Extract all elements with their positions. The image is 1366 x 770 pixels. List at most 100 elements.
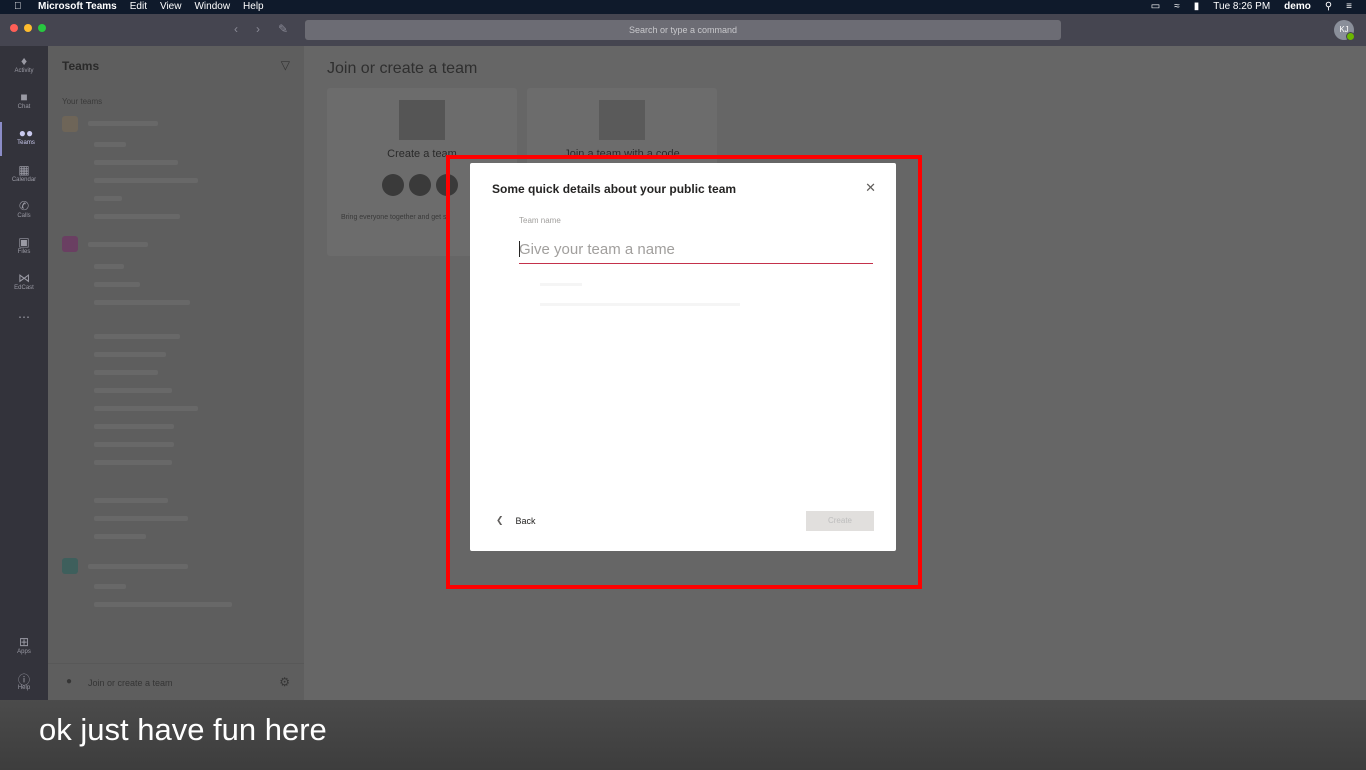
list-item[interactable] [94, 460, 172, 465]
airplay-icon[interactable]: ▭ [1151, 0, 1160, 14]
join-or-create-team-link[interactable]: Join or create a team [88, 678, 173, 688]
team-name-label: Team name [519, 216, 561, 225]
menu-app-name[interactable]: Microsoft Teams [38, 0, 117, 14]
forward-arrow-icon[interactable]: › [256, 22, 260, 36]
ellipsis-icon: ⋯ [18, 310, 30, 324]
menubar-clock[interactable]: Tue 8:26 PM [1213, 0, 1270, 14]
rail-item-label: Activity [14, 68, 34, 74]
team-avatar[interactable] [62, 558, 78, 574]
rail-item-chat[interactable]: ■ Chat [0, 90, 48, 110]
list-item[interactable] [94, 584, 126, 589]
create-team-card-description: Bring everyone together and get s [341, 214, 447, 221]
rail-item-help[interactable]: ⓘ Help [0, 671, 48, 691]
list-item[interactable] [88, 121, 158, 126]
create-team-card-title: Create a team [387, 148, 457, 160]
rail-item-teams[interactable]: ●● Teams [0, 122, 50, 156]
member-avatar [382, 174, 404, 196]
rail-item-edcast[interactable]: ⋈ EdCast [0, 271, 48, 291]
gear-icon[interactable]: ⚙ [279, 675, 290, 689]
edcast-icon: ⋈ [18, 271, 30, 285]
rail-item-files[interactable]: ▣ Files [0, 235, 48, 255]
rail-item-label: Files [17, 249, 31, 255]
files-icon: ▣ [18, 235, 30, 249]
rail-item-apps[interactable]: ⊞ Apps [0, 635, 48, 655]
your-teams-heading: Your teams [62, 97, 103, 106]
list-item[interactable] [94, 160, 178, 165]
more-apps-icon[interactable]: ⋯ [0, 310, 48, 324]
list-item[interactable] [94, 442, 174, 447]
macos-menu-bar:  Microsoft Teams Edit View Window Help … [0, 0, 1366, 14]
list-item[interactable] [94, 424, 174, 429]
menu-help[interactable]: Help [243, 0, 264, 14]
rail-item-calls[interactable]: ✆ Calls [0, 199, 48, 219]
back-button[interactable]: ❮ Back [496, 515, 536, 526]
window-minimize-button[interactable] [24, 24, 32, 32]
app-rail: ♦ Activity ■ Chat ●● Teams ▦ Calendar ✆ … [0, 46, 48, 700]
rail-item-label: EdCast [14, 285, 34, 291]
team-avatar[interactable] [62, 116, 78, 132]
rail-item-label: Calls [17, 213, 31, 219]
team-avatar[interactable] [62, 236, 78, 252]
list-item[interactable] [94, 282, 140, 287]
wifi-icon[interactable]: ≈ [1174, 0, 1180, 14]
join-team-icon[interactable]: ● [66, 676, 72, 687]
bell-icon: ♦ [20, 54, 28, 68]
rail-item-label: Chat [17, 104, 31, 110]
list-item[interactable] [94, 352, 166, 357]
panel-title: Teams [62, 59, 100, 73]
list-item[interactable] [94, 178, 198, 183]
list-item[interactable] [94, 214, 180, 219]
team-name-input[interactable] [519, 235, 873, 264]
text-cursor [519, 241, 520, 257]
presence-available-icon [1346, 32, 1355, 41]
command-search-box[interactable]: Search or type a command [305, 20, 1061, 40]
create-button[interactable]: Create [806, 511, 874, 531]
rail-item-label: Teams [17, 140, 35, 146]
list-item[interactable] [94, 196, 122, 201]
create-team-illustration [399, 100, 445, 140]
join-team-icon [599, 100, 645, 140]
list-item[interactable] [94, 602, 232, 607]
rail-item-activity[interactable]: ♦ Activity [0, 54, 48, 74]
rail-item-calendar[interactable]: ▦ Calendar [0, 163, 48, 183]
caption-text: ok just have fun here [39, 712, 327, 747]
spotlight-search-icon[interactable]: ⚲ [1325, 0, 1332, 14]
list-item[interactable] [94, 264, 124, 269]
menubar-user[interactable]: demo [1284, 0, 1311, 14]
teams-title-bar: ‹ › ✎ Search or type a command KJ [0, 14, 1366, 46]
list-item[interactable] [94, 370, 158, 375]
notification-center-icon[interactable]: ≡ [1346, 0, 1352, 14]
list-item[interactable] [94, 534, 146, 539]
back-button-label: Back [515, 515, 536, 526]
create-team-dialog: Some quick details about your public tea… [470, 163, 896, 551]
list-item[interactable] [94, 334, 180, 339]
teams-list-panel: Teams ▽ Your teams ● Join or create a te… [48, 46, 304, 700]
apps-icon: ⊞ [18, 635, 30, 649]
list-item[interactable] [88, 242, 148, 247]
chevron-left-icon: ❮ [496, 515, 504, 525]
filter-icon[interactable]: ▽ [281, 58, 290, 72]
teams-icon: ●● [18, 126, 34, 140]
list-item[interactable] [94, 498, 168, 503]
menu-edit[interactable]: Edit [130, 0, 147, 14]
menu-view[interactable]: View [160, 0, 182, 14]
battery-icon[interactable]: ▮ [1194, 0, 1200, 14]
new-chat-icon[interactable]: ✎ [278, 22, 288, 36]
window-close-button[interactable] [10, 24, 18, 32]
list-item[interactable] [94, 516, 188, 521]
list-item[interactable] [94, 142, 126, 147]
apple-icon[interactable]:  [14, 0, 28, 14]
window-zoom-button[interactable] [38, 24, 46, 32]
back-arrow-icon[interactable]: ‹ [234, 22, 238, 36]
list-item[interactable] [88, 564, 188, 569]
avatar[interactable]: KJ [1334, 20, 1355, 41]
list-item[interactable] [94, 388, 172, 393]
list-item[interactable] [94, 406, 198, 411]
menubar-status-area: ▭ ≈ ▮ Tue 8:26 PM demo ⚲ ≡ [1137, 0, 1352, 14]
join-team-card-title: Join a team with a code [564, 148, 680, 160]
member-avatar [409, 174, 431, 196]
menu-window[interactable]: Window [194, 0, 230, 14]
list-item[interactable] [94, 300, 190, 305]
page-title: Join or create a team [327, 60, 478, 77]
close-icon[interactable]: ✕ [865, 180, 876, 196]
